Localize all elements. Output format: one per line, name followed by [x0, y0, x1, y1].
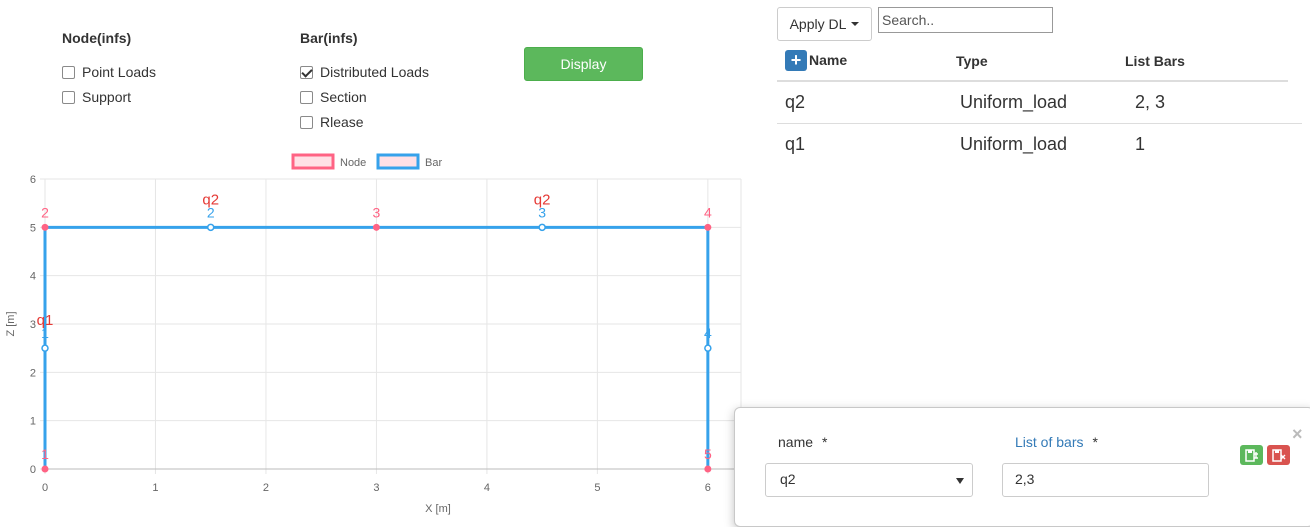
apply-dl-dropdown[interactable]: Apply DL [777, 7, 872, 41]
node-group-title: Node(infs) [62, 30, 132, 46]
x-tick-label: 6 [705, 482, 711, 494]
checkbox-box[interactable] [300, 90, 313, 104]
legend-node-swatch [291, 153, 335, 170]
node-2 [41, 223, 49, 231]
support-checkbox[interactable]: Support [62, 87, 131, 107]
delete-icon[interactable] [1267, 445, 1290, 465]
bar-group-title: Bar(infs) [300, 30, 358, 46]
x-tick-label: 4 [484, 482, 490, 494]
required-mark: * [822, 434, 828, 450]
checkbox-label: Distributed Loads [320, 64, 429, 80]
point-loads-checkbox[interactable]: Point Loads [62, 62, 156, 82]
legend-bar-label: Bar [425, 157, 442, 169]
table-header-divider [777, 80, 1288, 82]
load-label-q2: q2 [534, 191, 551, 208]
select-arrow-icon [956, 478, 964, 484]
close-icon[interactable]: × [1292, 424, 1303, 445]
checkbox-box[interactable] [62, 65, 75, 79]
bar-midpoint-3 [538, 223, 546, 232]
distributed-loads-checkbox[interactable]: Distributed Loads [300, 62, 429, 82]
required-mark: * [1092, 434, 1098, 450]
x-tick-label: 0 [42, 482, 48, 494]
name-select-value: q2 [780, 471, 796, 487]
header-list-bars[interactable]: List Bars [1125, 53, 1185, 69]
release-checkbox[interactable]: Rlease [300, 112, 364, 132]
node-label-3: 3 [373, 204, 381, 220]
checkbox-label: Point Loads [82, 64, 156, 80]
node-1 [41, 465, 49, 473]
x-tick-label: 5 [594, 482, 600, 494]
x-tick-label: 2 [263, 482, 269, 494]
row-divider [777, 123, 1302, 124]
apply-dl-label: Apply DL [789, 16, 847, 32]
checkbox-box[interactable] [62, 90, 75, 104]
node-4 [704, 223, 712, 231]
y-tick-label: 3 [30, 319, 36, 331]
header-name[interactable]: Name [809, 52, 847, 68]
y-tick-label: 6 [30, 174, 36, 186]
structure-chart: 01234560123456X [m] Z [m] Node Bar 1 2 3 4 1 2 3 4 5… [0, 148, 760, 519]
bar-midpoint-2 [206, 223, 215, 232]
node-3 [372, 223, 380, 231]
bar-midpoint-1 [41, 344, 49, 352]
x-axis-label: X [m] [425, 503, 451, 515]
y-tick-label: 5 [30, 222, 36, 234]
bars-field-label: List of bars * [1015, 434, 1098, 450]
row-2-name: q1 [785, 134, 806, 154]
list-of-bars-input[interactable]: 2,3 [1002, 463, 1209, 497]
row-1-bars: 2, 3 [1135, 92, 1166, 112]
load-label-q1: q1 [37, 312, 54, 329]
x-tick-label: 1 [152, 482, 158, 494]
x-tick-label: 3 [373, 482, 379, 494]
name-field-label: name * [778, 434, 827, 450]
y-tick-label: 0 [30, 464, 36, 476]
header-type[interactable]: Type [956, 53, 988, 69]
checkbox-box[interactable] [300, 65, 313, 79]
legend-bar-swatch [376, 153, 420, 170]
node-label-5: 5 [704, 446, 712, 462]
plus-icon[interactable]: + [785, 50, 807, 71]
checkbox-label: Support [82, 89, 132, 105]
row-2-type: Uniform_load [960, 134, 1068, 154]
checkbox-label: Rlease [320, 114, 364, 130]
bar-midpoint-4 [704, 344, 712, 352]
name-label-text: name [778, 434, 814, 450]
node-5 [704, 465, 712, 473]
y-tick-label: 1 [30, 416, 36, 428]
y-axis-label: Z [m] [5, 311, 17, 336]
legend-node-label: Node [340, 157, 366, 169]
bar-label-4: 4 [704, 325, 712, 341]
load-label-q2: q2 [202, 191, 219, 208]
save-icon[interactable] [1240, 445, 1263, 465]
section-checkbox[interactable]: Section [300, 87, 367, 107]
caret-down-icon [851, 22, 860, 26]
row-1-type: Uniform_load [960, 92, 1068, 112]
bars-label-text: List of bars [1015, 434, 1084, 450]
node-label-2: 2 [41, 204, 49, 220]
search-input[interactable] [878, 7, 1053, 33]
row-2-bars: 1 [1135, 134, 1146, 154]
display-button[interactable]: Display [524, 47, 643, 81]
row-1-name: q2 [785, 92, 806, 112]
y-tick-label: 4 [30, 271, 36, 283]
y-tick-label: 2 [30, 367, 36, 379]
name-select[interactable]: q2 [765, 463, 973, 497]
checkbox-box[interactable] [300, 115, 313, 129]
node-label-1: 1 [41, 446, 49, 462]
structure-chart-svg: 0 1 2 3 4 5 60123456X [m]Z [m]Node Bar12 3412 3 45… [5, 153, 742, 515]
edit-load-panel: name * List of bars * q2 2,3 × [734, 407, 1310, 527]
node-label-4: 4 [704, 204, 712, 220]
checkbox-label: Section [320, 89, 367, 105]
